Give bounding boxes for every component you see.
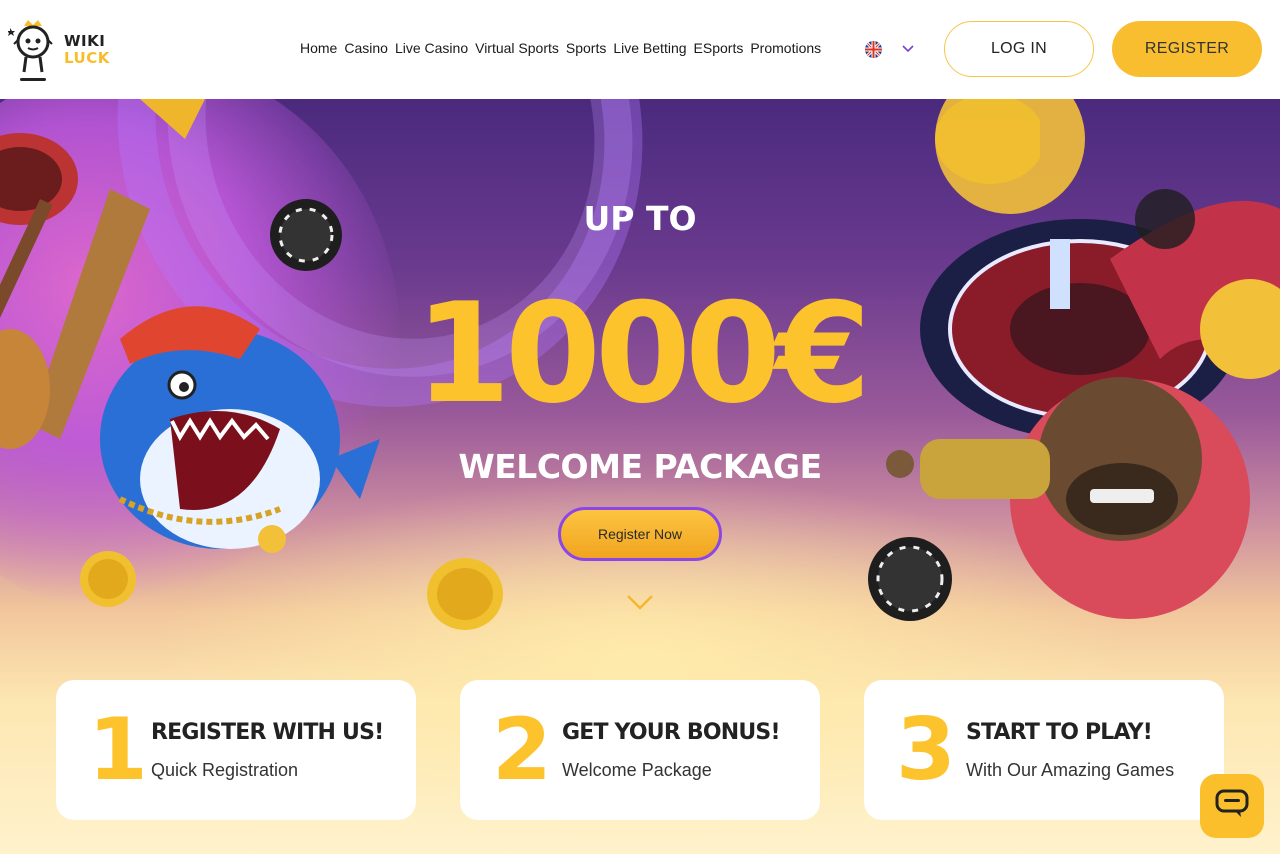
chat-widget-button[interactable] [1200, 774, 1264, 838]
step-number: 3 [896, 700, 956, 800]
step-subtitle: Quick Registration [151, 760, 299, 780]
nav-virtual-sports[interactable]: Virtual Sports [475, 40, 559, 56]
chevron-down-icon [902, 40, 914, 58]
hero-title-top: UP TO [583, 199, 697, 238]
chat-bubble-icon [1215, 789, 1249, 824]
logo-text-luck: LUCK [64, 49, 110, 67]
nav-home[interactable]: Home [300, 40, 337, 56]
coin-decoration [935, 99, 1040, 184]
coin-decoration [427, 558, 503, 630]
step-subtitle: With Our Amazing Games [966, 760, 1175, 780]
nav-live-casino[interactable]: Live Casino [395, 40, 468, 56]
language-selector[interactable] [865, 40, 914, 58]
logo-text-wiki: WIKI [64, 32, 106, 50]
hero-title-bottom: WELCOME PACKAGE [458, 447, 822, 486]
register-now-button[interactable]: Register Now [558, 507, 722, 561]
nav-live-betting[interactable]: Live Betting [613, 40, 686, 56]
uk-flag-icon [865, 40, 882, 58]
nav-casino[interactable]: Casino [344, 40, 388, 56]
step-title: GET YOUR BONUS! [562, 720, 781, 745]
step-subtitle: Welcome Package [562, 760, 712, 780]
scroll-down-chevron-icon[interactable] [627, 594, 653, 610]
register-button[interactable]: REGISTER [1112, 21, 1262, 77]
nav-esports[interactable]: ESports [694, 40, 744, 56]
site-logo[interactable]: WIKI LUCK [7, 14, 118, 86]
main-nav: Home Casino Live Casino Virtual Sports S… [300, 40, 821, 56]
step-card: 1 REGISTER WITH US! Quick Registration [56, 680, 416, 820]
nav-promotions[interactable]: Promotions [750, 40, 821, 56]
step-card: 2 GET YOUR BONUS! Welcome Package [460, 680, 820, 820]
step-title: REGISTER WITH US! [151, 720, 384, 745]
step-number: 2 [492, 700, 552, 800]
nav-sports[interactable]: Sports [566, 40, 606, 56]
site-header: WIKI LUCK Home Casino Live Casino Virtua… [0, 0, 1280, 99]
mascot-logo-icon [7, 16, 58, 84]
hero-amount: 1000€ [414, 273, 871, 434]
login-button[interactable]: LOG IN [944, 21, 1094, 77]
step-title: START TO PLAY! [966, 720, 1153, 745]
step-number: 1 [88, 700, 148, 800]
step-card: 3 START TO PLAY! With Our Amazing Games [864, 680, 1224, 820]
